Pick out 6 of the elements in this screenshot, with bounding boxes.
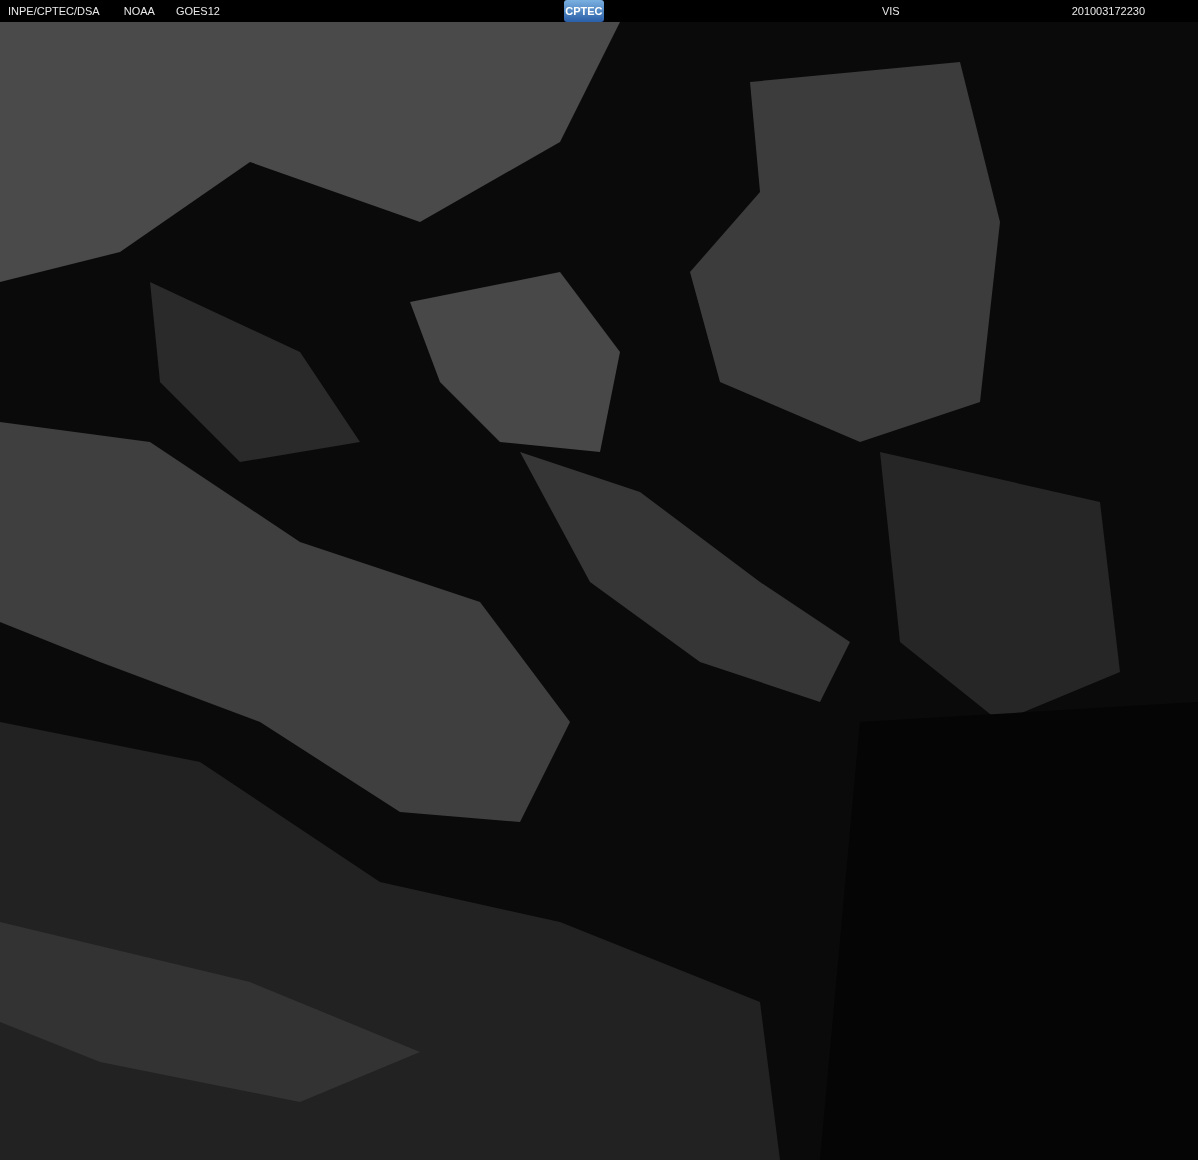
channel-label: VIS <box>881 5 900 17</box>
satellite-label: GOES12 <box>175 5 220 17</box>
agency-label: NOAA <box>123 5 155 17</box>
logo: CPTEC <box>563 0 604 22</box>
timestamp-label: 201003172230 <box>1071 5 1146 17</box>
source-label: INPE/CPTEC/DSA <box>8 5 100 17</box>
